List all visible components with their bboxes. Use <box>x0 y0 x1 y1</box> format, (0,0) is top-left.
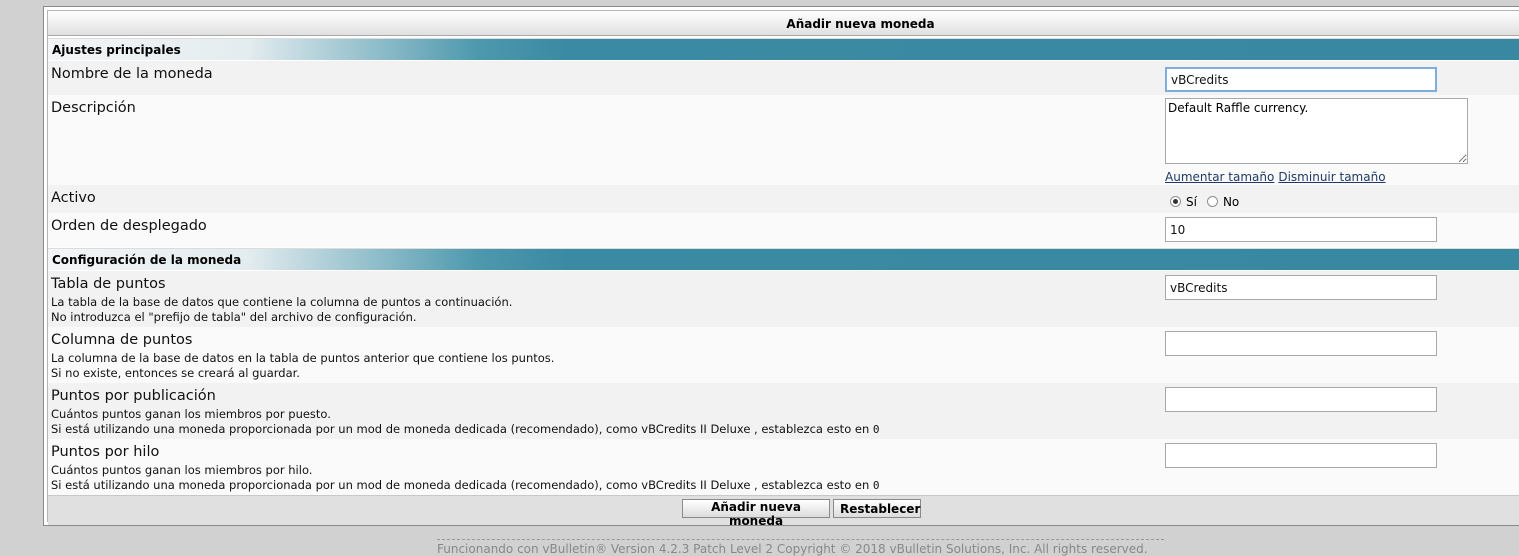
points-per-post-code: 0 <box>872 423 880 436</box>
section-title-config: Configuración de la moneda <box>52 253 242 267</box>
row-display-order: Orden de desplegado <box>48 213 1519 247</box>
section-header-config: Configuración de la moneda <box>48 248 1519 270</box>
points-per-thread-code: 0 <box>872 479 880 492</box>
points-per-post-input[interactable] <box>1165 387 1437 412</box>
active-label: Activo <box>51 190 96 206</box>
points-column-desc-1: La columna de la base de datos en la tab… <box>51 351 555 365</box>
form-title-bar: Añadir nueva moneda <box>48 11 1519 36</box>
points-per-thread-label: Puntos por hilo <box>51 444 160 460</box>
points-column-input[interactable] <box>1165 331 1437 356</box>
shrink-textarea-link[interactable]: Disminuir tamaño <box>1278 170 1385 184</box>
section-title-main: Ajustes principales <box>52 43 181 57</box>
active-yes-label: Sí <box>1186 195 1197 209</box>
active-no-label: No <box>1222 195 1240 209</box>
row-active: Activo Sí No <box>48 185 1519 213</box>
points-per-thread-desc-1: Cuántos puntos ganan los miembros por hi… <box>51 463 313 477</box>
description-label: Descripción <box>51 100 136 116</box>
form-panel: Añadir nueva moneda Ajustes principales … <box>43 6 1519 528</box>
row-points-per-post: Puntos por publicación Cuántos puntos ga… <box>48 383 1519 439</box>
points-column-label: Columna de puntos <box>51 332 193 348</box>
section-header-main: Ajustes principales <box>48 38 1519 60</box>
add-currency-button[interactable]: Añadir nueva moneda <box>682 499 830 528</box>
active-no-radio[interactable] <box>1206 195 1218 207</box>
form-title: Añadir nueva moneda <box>786 17 935 31</box>
description-textarea[interactable]: Default Raffle currency. <box>1165 98 1468 164</box>
enlarge-textarea-link[interactable]: Aumentar tamaño <box>1165 170 1274 184</box>
currency-name-input[interactable] <box>1165 67 1437 92</box>
points-table-desc-2: No introduzca el "prefijo de tabla" del … <box>51 310 417 324</box>
points-per-thread-input[interactable] <box>1165 443 1437 468</box>
reset-button[interactable]: Restablecer <box>833 499 921 518</box>
points-per-post-desc-1: Cuántos puntos ganan los miembros por pu… <box>51 407 331 421</box>
row-points-column: Columna de puntos La columna de la base … <box>48 327 1519 383</box>
row-points-table: Tabla de puntos La tabla de la base de d… <box>48 271 1519 327</box>
points-table-label: Tabla de puntos <box>51 276 166 292</box>
currency-name-label: Nombre de la moneda <box>51 66 213 82</box>
row-description: Descripción Default Raffle currency. Aum… <box>48 95 1519 185</box>
points-column-desc-2: Si no existe, entonces se creará al guar… <box>51 366 300 380</box>
row-points-per-thread: Puntos por hilo Cuántos puntos ganan los… <box>48 439 1519 495</box>
display-order-label: Orden de desplegado <box>51 218 207 234</box>
row-currency-name: Nombre de la moneda <box>48 61 1519 95</box>
points-per-post-label: Puntos por publicación <box>51 388 216 404</box>
points-per-post-desc-2: Si está utilizando una moneda proporcion… <box>51 422 880 436</box>
active-yes-radio[interactable] <box>1170 195 1181 207</box>
form-table: Añadir nueva moneda Ajustes principales … <box>47 10 1519 528</box>
points-table-input[interactable] <box>1165 275 1437 300</box>
display-order-input[interactable] <box>1165 217 1437 242</box>
copyright-footer: Funcionando con vBulletin® Version 4.2.3… <box>437 539 1164 556</box>
points-per-thread-desc-2: Si está utilizando una moneda proporcion… <box>51 478 880 492</box>
form-buttons-row: Añadir nueva moneda Restablecer <box>48 495 1519 528</box>
points-table-desc-1: La tabla de la base de datos que contien… <box>51 295 513 309</box>
